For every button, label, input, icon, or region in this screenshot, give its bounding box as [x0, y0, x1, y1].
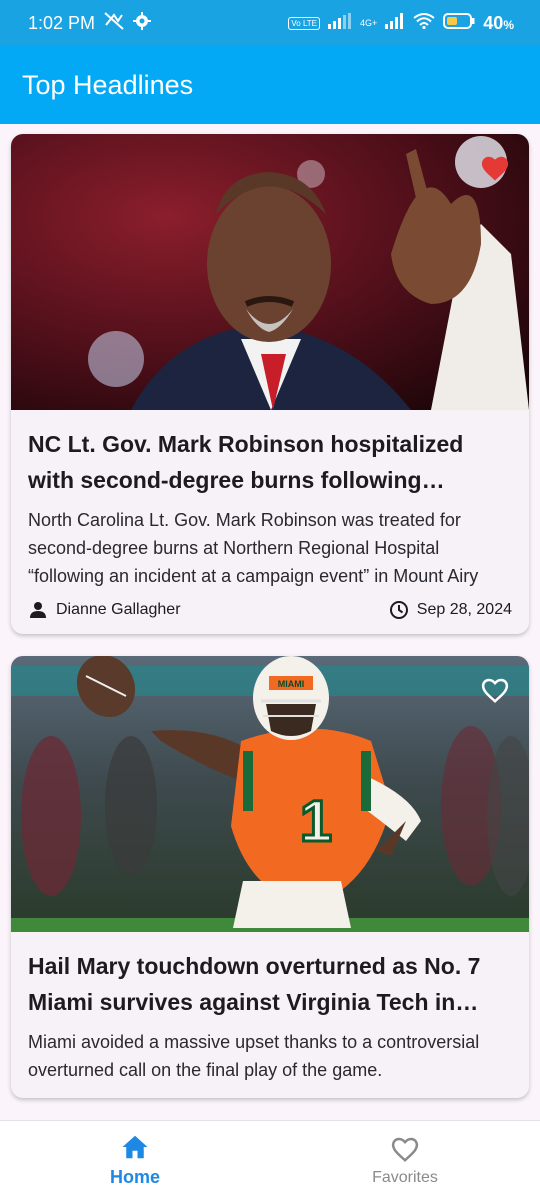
bottom-navigation: Home Favorites [0, 1120, 540, 1200]
wifi-icon [413, 12, 435, 34]
person-icon [30, 602, 46, 618]
app-bar: Top Headlines [0, 46, 540, 124]
date-meta: Sep 28, 2024 [389, 600, 512, 620]
favorite-button[interactable] [479, 674, 511, 706]
author-meta: Dianne Gallagher [28, 600, 181, 620]
status-time: 1:02 PM [28, 12, 96, 33]
battery-icon [443, 12, 475, 34]
clock-icon [389, 601, 408, 619]
battery-percent: 40% [483, 12, 514, 33]
article-list[interactable]: NC Lt. Gov. Mark Robinson hospitalized w… [0, 124, 540, 1120]
favorite-button[interactable] [479, 152, 511, 184]
status-bar: 1:02 PM Vo LTE 4G+ 40% [0, 0, 540, 46]
nav-favorites-label: Favorites [372, 1168, 438, 1186]
heart-outline-icon [391, 1137, 419, 1162]
gear-icon [133, 11, 152, 35]
page-title: Top Headlines [22, 69, 194, 100]
article-title[interactable]: NC Lt. Gov. Mark Robinson hospitalized w… [28, 426, 512, 498]
nav-home-label: Home [109, 1167, 160, 1187]
article-image[interactable] [11, 134, 529, 410]
signal-icon-2 [385, 12, 405, 34]
jersey-number: 1 [300, 789, 332, 854]
article-author: Dianne Gallagher [56, 601, 181, 618]
article-title[interactable]: Hail Mary touchdown overturned as No. 7 … [28, 948, 512, 1020]
article-card[interactable]: MIAMI 1 Hail Mary touchdown overturned a… [11, 656, 529, 1098]
article-date: Sep 28, 2024 [416, 601, 512, 618]
article-body: Hail Mary touchdown overturned as No. 7 … [11, 932, 529, 1098]
heart-outline-icon [481, 678, 509, 703]
article-description: North Carolina Lt. Gov. Mark Robinson wa… [28, 510, 479, 586]
article-card[interactable]: NC Lt. Gov. Mark Robinson hospitalized w… [11, 134, 529, 634]
article-photo [11, 134, 529, 410]
volte-icon: Vo LTE [288, 16, 321, 30]
signal-icon [328, 12, 352, 34]
article-image[interactable]: MIAMI 1 [11, 656, 529, 932]
heart-filled-icon [481, 156, 509, 181]
article-body: NC Lt. Gov. Mark Robinson hospitalized w… [11, 410, 529, 634]
status-right: Vo LTE 4G+ 40% [288, 12, 514, 34]
status-left: 1:02 PM [28, 11, 152, 36]
mute-icon [103, 11, 125, 36]
nav-favorites[interactable]: Favorites [270, 1121, 540, 1200]
helmet-text: MIAMI [278, 679, 305, 689]
article-description: Miami avoided a massive upset thanks to … [28, 1032, 480, 1080]
article-photo: MIAMI 1 [11, 656, 529, 932]
nav-home[interactable]: Home [0, 1121, 270, 1200]
network-4g-label: 4G+ [360, 18, 378, 28]
home-icon [122, 1135, 148, 1159]
article-meta: Dianne Gallagher Sep 28, 2024 [28, 600, 512, 620]
